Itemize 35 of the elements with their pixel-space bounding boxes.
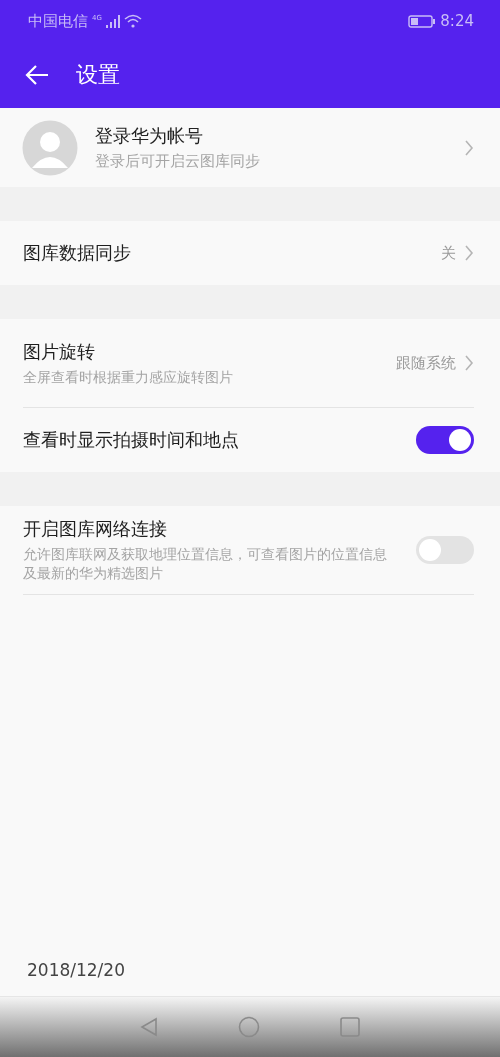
- date-text: 2018/12/20: [27, 960, 125, 980]
- signal-icon: [105, 14, 120, 28]
- setting-title: 图片旋转: [23, 339, 96, 364]
- home-nav-button[interactable]: [238, 1016, 260, 1038]
- chevron-icon: [464, 138, 474, 157]
- setting-row[interactable]: 查看时显示拍摄时间和地点: [23, 408, 474, 472]
- back-nav-button[interactable]: [140, 1017, 158, 1037]
- account-subtitle: 登录后可开启云图库同步: [95, 151, 261, 171]
- setting-row[interactable]: 开启图库网络连接 允许图库联网及获取地理位置信息，可查看图片的位置信息及最新的华为精选图片: [23, 506, 474, 594]
- setting-row[interactable]: 图片旋转 全屏查看时根据重力感应旋转图片 跟随系统: [23, 319, 474, 407]
- page-title: 设置: [76, 61, 120, 89]
- setting-value: 关: [441, 243, 456, 263]
- recents-nav-button[interactable]: [340, 1017, 360, 1037]
- toggle-switch[interactable]: [416, 426, 474, 454]
- back-arrow-icon: [24, 64, 50, 86]
- account-row[interactable]: 登录华为帐号 登录后可开启云图库同步: [0, 108, 500, 187]
- account-title: 登录华为帐号: [95, 123, 204, 148]
- setting-value: 跟随系统: [396, 353, 456, 373]
- battery-icon: [408, 14, 437, 28]
- setting-title: 开启图库网络连接: [23, 517, 168, 542]
- circle-icon: [238, 1016, 260, 1038]
- clock-time: 8:24: [440, 12, 474, 30]
- setting-description: 全屏查看时根据重力感应旋转图片: [23, 367, 234, 387]
- chevron-icon: [464, 244, 474, 262]
- setting-row[interactable]: 图库数据同步 关: [23, 221, 474, 285]
- wifi-icon: [123, 14, 142, 28]
- square-icon: [340, 1017, 360, 1037]
- setting-title: 查看时显示拍摄时间和地点: [23, 428, 240, 452]
- toggle-switch[interactable]: [416, 536, 474, 564]
- chevron-icon: [464, 354, 474, 372]
- triangle-icon: [140, 1017, 158, 1037]
- avatar-icon: [22, 119, 78, 176]
- setting-title: 图库数据同步: [23, 241, 132, 265]
- carrier-name: 中国电信: [28, 11, 88, 31]
- setting-description: 允许图库联网及获取地理位置信息，可查看图片的位置信息及最新的华为精选图片: [23, 545, 388, 583]
